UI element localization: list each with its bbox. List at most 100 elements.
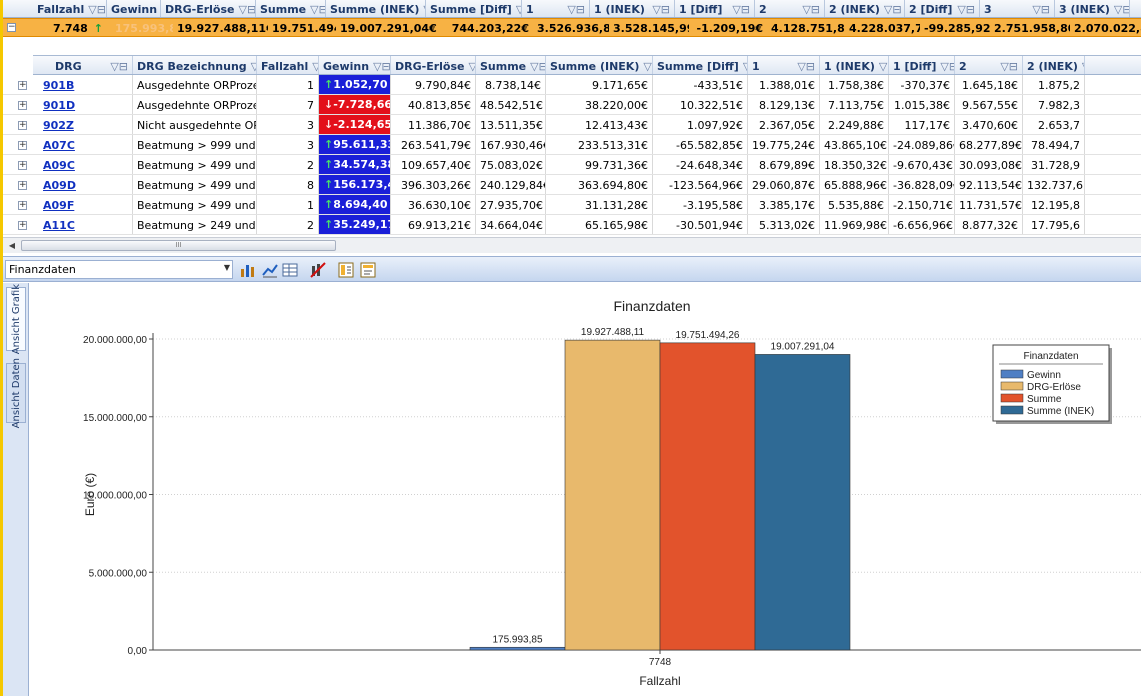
filter-icon[interactable]: ▽⊟ bbox=[310, 3, 325, 17]
filter-icon[interactable]: ▽⊟ bbox=[373, 60, 390, 74]
expand-row-icon[interactable]: + bbox=[18, 101, 27, 110]
table-cell: 36.630,10€ bbox=[391, 195, 476, 214]
outer-col-label: 1 [Diff] bbox=[679, 3, 723, 16]
filter-icon[interactable]: ▽⊟ bbox=[1114, 3, 1129, 17]
total-cell: -99.285,92€ bbox=[920, 19, 990, 36]
expand-row-icon[interactable]: + bbox=[18, 161, 27, 170]
tab-ansicht-daten[interactable]: Ansicht Daten bbox=[6, 358, 26, 428]
filter-icon[interactable]: ▽⊟ bbox=[530, 60, 545, 74]
y-tick-label: 20.000.000,00 bbox=[83, 335, 147, 346]
filter-icon[interactable]: ▽⊟ bbox=[468, 60, 475, 74]
outer-col-header[interactable]: 1 ▽⊟ bbox=[522, 0, 590, 17]
inner-col-header[interactable]: Fallzahl▽⊟ bbox=[257, 56, 319, 74]
bar-chart-icon[interactable] bbox=[239, 261, 257, 279]
tab-ansicht-grafik[interactable]: Ansicht Grafik bbox=[6, 284, 26, 354]
inner-col-header[interactable]: 1 (INEK) ▽⊟ bbox=[820, 56, 889, 74]
table-row[interactable]: +A09DBeatmung > 499 und < 18↑156.173,423… bbox=[3, 175, 1141, 195]
outer-col-header[interactable]: Gewinn▽⊟ bbox=[107, 0, 161, 17]
inner-col-header[interactable]: Summe▽⊟ bbox=[476, 56, 546, 74]
filter-icon[interactable]: ▽⊟ bbox=[802, 3, 820, 17]
drg-code-link[interactable]: A09C bbox=[33, 155, 133, 174]
chart-select-combo[interactable]: Finanzdaten ▼ bbox=[5, 260, 233, 279]
table-cell: -24.089,86€ bbox=[889, 135, 955, 154]
filter-icon[interactable]: ▽⊟ bbox=[567, 3, 585, 17]
outer-col-header[interactable]: 2 (INEK) ▽⊟ bbox=[825, 0, 905, 17]
table-row[interactable]: +902ZNicht ausgedehnte ORPr3↓-2.124,65 €… bbox=[3, 115, 1141, 135]
filter-icon[interactable]: ▽⊟ bbox=[643, 60, 652, 74]
filter-icon[interactable]: ▽⊟ bbox=[797, 60, 815, 74]
filter-icon[interactable]: ▽⊟ bbox=[957, 3, 975, 17]
inner-col-header[interactable]: DRG-Erlöse▽⊟ bbox=[391, 56, 476, 74]
outer-col-header[interactable]: Fallzahl ▽⊟ bbox=[33, 0, 107, 17]
inner-col-header[interactable]: DRG Bezeichnung▽⊟ bbox=[133, 56, 257, 74]
inner-col-header[interactable]: 2 ▽⊟ bbox=[955, 56, 1023, 74]
outer-col-header[interactable]: DRG-Erlöse ▽⊟ bbox=[161, 0, 256, 17]
table-row[interactable]: +A07CBeatmung > 999 und < 13↑95.611,3326… bbox=[3, 135, 1141, 155]
filter-icon[interactable]: ▽⊟ bbox=[1032, 3, 1050, 17]
expand-row-icon[interactable]: + bbox=[18, 81, 27, 90]
outer-col-header[interactable]: 1 (INEK) ▽⊟ bbox=[590, 0, 675, 17]
inner-col-header[interactable]: Summe (INEK)▽⊟ bbox=[546, 56, 653, 74]
scroll-left-icon[interactable]: ◀ bbox=[5, 239, 19, 252]
expand-row-icon[interactable]: + bbox=[18, 141, 27, 150]
inner-col-header[interactable]: 1 ▽⊟ bbox=[748, 56, 820, 74]
outer-col-header[interactable]: 1 [Diff] ▽⊟ bbox=[675, 0, 755, 17]
outer-col-header[interactable]: Summe▽⊟ bbox=[256, 0, 326, 17]
inner-col-header[interactable]: Gewinn ▽⊟ bbox=[319, 56, 391, 74]
filter-icon[interactable]: ▽⊟ bbox=[1000, 60, 1018, 74]
drg-code-link[interactable]: A09F bbox=[33, 195, 133, 214]
line-chart-icon[interactable] bbox=[261, 261, 279, 279]
filter-icon[interactable]: ▽⊟ bbox=[879, 60, 888, 74]
filter-icon[interactable]: ▽⊟ bbox=[940, 60, 954, 74]
filter-icon[interactable]: ▽⊟ bbox=[732, 3, 750, 17]
clear-chart-icon[interactable] bbox=[309, 261, 327, 279]
filter-icon[interactable]: ▽⊟ bbox=[652, 3, 670, 17]
drg-code-link[interactable]: 901D bbox=[33, 95, 133, 114]
table-row[interactable]: +901BAusgedehnte ORProzedu1↑1.052,70 €9.… bbox=[3, 75, 1141, 95]
table-cell: 31.728,9 bbox=[1023, 155, 1085, 174]
inner-col-header[interactable]: 2 (INEK) ▽⊟ bbox=[1023, 56, 1085, 74]
total-row[interactable]: − 7.748 ↑ 175.993,85 19.927.488,11€ 19.751.4… bbox=[3, 18, 1141, 37]
expand-row-icon[interactable]: + bbox=[18, 121, 27, 130]
outer-col-header[interactable]: 3 ▽⊟ bbox=[980, 0, 1055, 17]
table-cell: 8.877,32€ bbox=[955, 215, 1023, 234]
inner-col-label: Summe (INEK) bbox=[550, 60, 640, 73]
outer-col-header[interactable]: Summe [Diff]▽⊟ bbox=[426, 0, 522, 17]
filter-icon[interactable]: ▽⊟ bbox=[110, 60, 128, 74]
table-row[interactable]: +901DAusgedehnte ORProzedu7↓-7.728,66 €4… bbox=[3, 95, 1141, 115]
filter-icon[interactable]: ▽⊟ bbox=[1082, 60, 1084, 74]
drg-code-link[interactable]: A07C bbox=[33, 135, 133, 154]
bar-data-label: 19.751.494,26 bbox=[676, 330, 740, 341]
drg-code-link[interactable]: A11C bbox=[33, 215, 133, 234]
filter-icon[interactable]: ▽⊟ bbox=[312, 60, 318, 74]
outer-col-header[interactable]: 3 (INEK) ▽⊟ bbox=[1055, 0, 1130, 17]
layout-icon[interactable] bbox=[337, 261, 355, 279]
filter-icon[interactable]: ▽⊟ bbox=[88, 3, 106, 17]
table-row[interactable]: +A11CBeatmung > 249 und < 52↑35.249,1769… bbox=[3, 215, 1141, 235]
collapse-toggle-icon[interactable]: − bbox=[7, 23, 16, 32]
table-cell: 12.413,43€ bbox=[546, 115, 653, 134]
outer-col-header[interactable]: Summe (INEK)▽⊟ bbox=[326, 0, 426, 17]
expand-row-icon[interactable]: + bbox=[18, 181, 27, 190]
outer-col-header[interactable]: 2 [Diff] ▽⊟ bbox=[905, 0, 980, 17]
inner-col-header[interactable]: 1 [Diff]▽⊟ bbox=[889, 56, 955, 74]
table-row[interactable]: +A09CBeatmung > 499 und < 12↑34.574,3810… bbox=[3, 155, 1141, 175]
export-icon[interactable] bbox=[359, 261, 377, 279]
horizontal-scrollbar[interactable]: ◀ III bbox=[3, 237, 1141, 253]
chevron-down-icon[interactable]: ▼ bbox=[224, 263, 230, 272]
table-cell: -370,37€ bbox=[889, 75, 955, 94]
table-cell: Nicht ausgedehnte ORPr bbox=[133, 115, 257, 134]
table-row[interactable]: +A09FBeatmung > 499 und < 11↑8.694,40 €3… bbox=[3, 195, 1141, 215]
outer-col-header[interactable]: 2 ▽⊟ bbox=[755, 0, 825, 17]
filter-icon[interactable]: ▽⊟ bbox=[884, 3, 902, 17]
expand-row-icon[interactable]: + bbox=[18, 221, 27, 230]
drg-code-link[interactable]: 901B bbox=[33, 75, 133, 94]
inner-col-header[interactable]: DRG ▽⊟ bbox=[33, 56, 133, 74]
data-table-icon[interactable] bbox=[281, 261, 299, 279]
expand-row-icon[interactable]: + bbox=[18, 201, 27, 210]
scroll-thumb[interactable]: III bbox=[21, 240, 336, 251]
drg-code-link[interactable]: 902Z bbox=[33, 115, 133, 134]
inner-col-header[interactable]: Summe [Diff]▽⊟ bbox=[653, 56, 748, 74]
drg-code-link[interactable]: A09D bbox=[33, 175, 133, 194]
filter-icon[interactable]: ▽⊟ bbox=[238, 3, 255, 17]
